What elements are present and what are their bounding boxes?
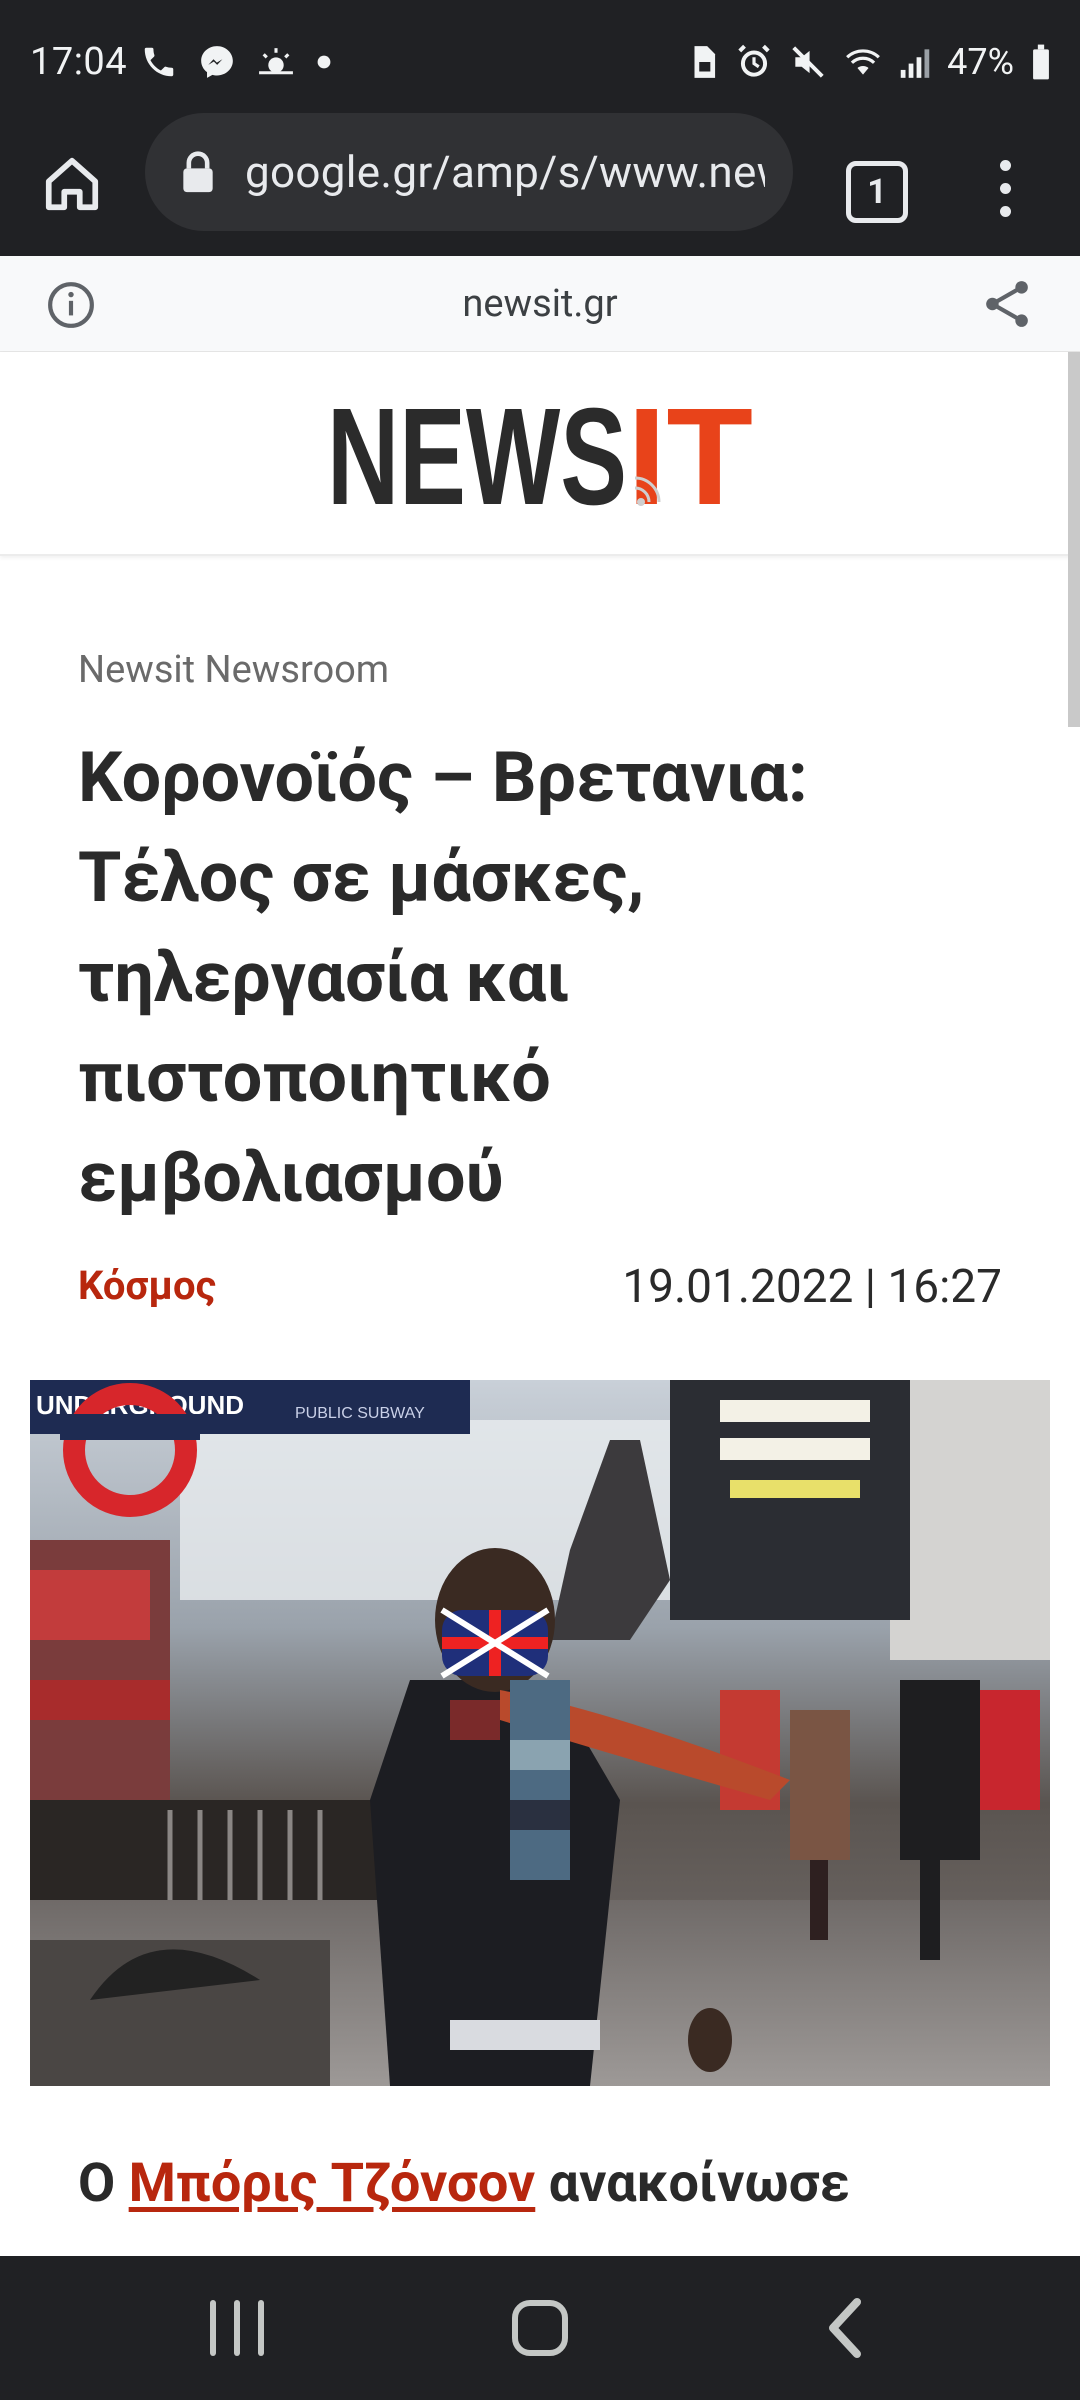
status-bar: 17:04 47% <box>0 0 1080 120</box>
body-text-prefix: Ο <box>78 2152 129 2215</box>
notification-icons <box>140 40 332 84</box>
address-bar[interactable]: google.gr/amp/s/www.newsit.gr <box>145 113 793 231</box>
headline-line: Τέλος σε μάσκες, <box>78 837 645 919</box>
tab-switcher-button[interactable]: 1 <box>846 161 908 223</box>
dot-icon <box>317 55 331 69</box>
more-menu-button[interactable] <box>980 148 1030 228</box>
share-icon[interactable] <box>982 276 1032 332</box>
svg-text:PUBLIC SUBWAY: PUBLIC SUBWAY <box>295 1405 425 1422</box>
sim-lock-icon <box>694 46 716 78</box>
menu-dot <box>999 159 1011 171</box>
system-navigation-bar <box>0 2256 1080 2400</box>
system-icons: 47% <box>689 40 1052 84</box>
alarm-icon <box>738 44 770 77</box>
messenger-icon <box>201 46 233 78</box>
recents-bar <box>258 2300 264 2356</box>
status-time: 17:04 <box>30 40 128 84</box>
headline-line: εμβολιασμού <box>78 1137 504 1219</box>
site-header: NEWS IT <box>0 352 1080 556</box>
back-icon[interactable] <box>820 2296 870 2360</box>
signal-icon <box>900 49 930 78</box>
home-icon <box>45 157 99 211</box>
recents-button[interactable] <box>210 2300 264 2356</box>
amp-viewer-bar: newsit.gr <box>0 256 1080 352</box>
menu-dot <box>999 182 1011 194</box>
recents-bar <box>234 2300 240 2356</box>
home-nav-button[interactable] <box>512 2300 568 2356</box>
url-text: google.gr/amp/s/www.newsit.gr <box>245 146 765 198</box>
weather-icon <box>259 48 293 75</box>
page-scrollbar[interactable] <box>1068 352 1080 727</box>
article-body-first-line: Ο Μπόρις Τζόνσον ανακοίνωσε <box>78 2152 850 2215</box>
article-category-link[interactable]: Κόσμος <box>78 1262 216 1309</box>
body-text-suffix: ανακοίνωσε <box>535 2152 850 2215</box>
article-date: 19.01.2022 | 16:27 <box>622 1260 1002 1314</box>
mute-icon <box>792 46 824 78</box>
amp-domain: newsit.gr <box>462 282 618 326</box>
wifi-icon <box>846 49 881 75</box>
article-author: Newsit Newsroom <box>78 648 390 692</box>
headline-line: πιστοποιητικό <box>78 1037 551 1119</box>
article-headline: Κορονοϊός – Βρετανια: Τέλος σε μάσκες, τ… <box>78 728 978 1228</box>
battery-percent: 47% <box>947 41 1014 83</box>
article-photo: UNDERGROUND PUBLIC SUBWAY <box>30 1380 1050 2086</box>
phone-icon <box>144 47 174 77</box>
menu-dot <box>999 205 1011 217</box>
boris-johnson-link[interactable]: Μπόρις Τζόνσον <box>129 2152 536 2215</box>
svg-text:NEWS: NEWS <box>327 392 627 512</box>
headline-line: Κορονοϊός – Βρετανια: <box>78 737 808 819</box>
newsit-logo[interactable]: NEWS IT <box>327 392 753 512</box>
home-button[interactable] <box>36 148 108 220</box>
battery-icon <box>1033 44 1049 80</box>
recents-bar <box>210 2300 216 2356</box>
lock-icon <box>183 151 213 193</box>
headline-line: τηλεργασία και <box>78 937 570 1019</box>
